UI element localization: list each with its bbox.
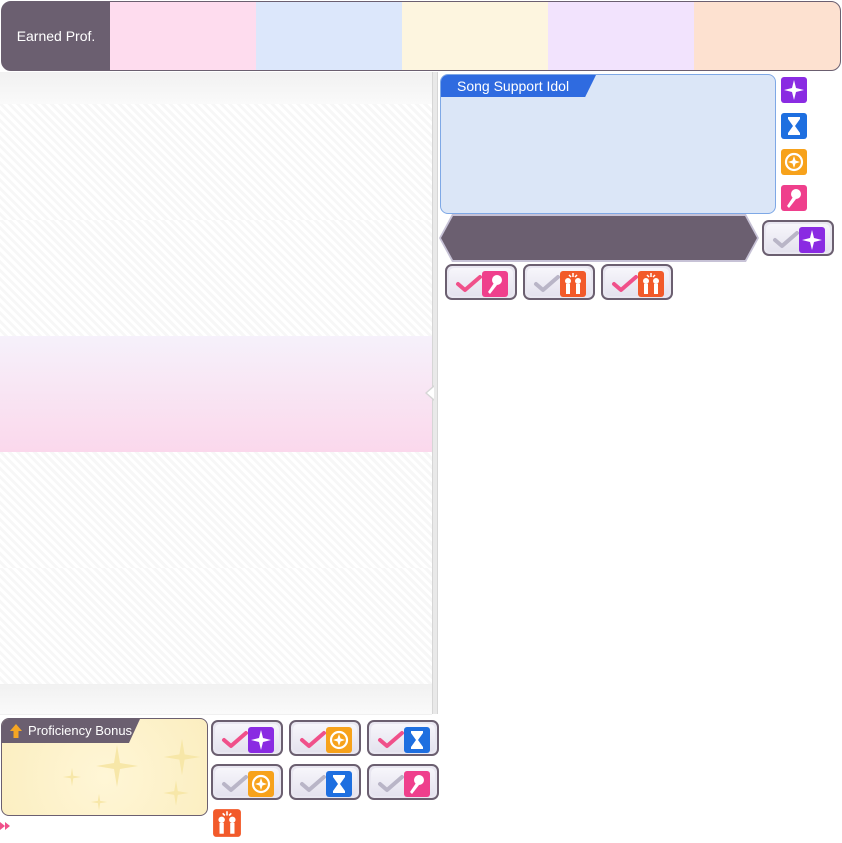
list-header-row — [0, 72, 432, 105]
gift-icon — [637, 270, 665, 298]
check-on-icon — [299, 730, 327, 750]
sparkle-icon — [798, 226, 826, 254]
prof-swatch-yellow — [402, 2, 548, 70]
list-item[interactable] — [0, 104, 432, 221]
sparkle-decoration — [62, 767, 82, 787]
check-off-icon — [377, 774, 405, 794]
microphone-icon — [780, 184, 808, 212]
prof-swatch-blue — [256, 2, 402, 70]
list-item[interactable] — [0, 568, 432, 685]
proficiency-bonus-tab: Proficiency Bonus — [2, 719, 140, 743]
sparkle-decoration — [90, 793, 108, 811]
sparkle-icon — [247, 726, 275, 754]
check-on-icon — [377, 730, 405, 750]
check-on-icon — [221, 730, 249, 750]
banner-check-badge[interactable] — [762, 220, 834, 256]
sparkle-icon — [780, 76, 808, 104]
check-off-icon — [299, 774, 327, 794]
song-support-tab: Song Support Idol — [441, 75, 596, 97]
bonus-check-badge[interactable] — [367, 720, 439, 756]
list-item-selected[interactable] — [0, 336, 432, 453]
bonus-check-badge[interactable] — [367, 764, 439, 800]
selection-pointer-fill — [427, 387, 434, 399]
bonus-check-badge[interactable] — [289, 720, 361, 756]
sparkle-decoration — [96, 745, 138, 787]
target-icon — [325, 726, 353, 754]
song-banner — [441, 216, 757, 260]
double-arrow-icon — [0, 818, 12, 830]
arrow-up-icon — [10, 724, 22, 738]
check-on-icon — [611, 274, 639, 294]
microphone-icon — [481, 270, 509, 298]
check-on-icon — [455, 274, 483, 294]
song-support-panel[interactable]: Song Support Idol — [440, 74, 776, 214]
sparkle-decoration — [163, 738, 201, 776]
support-check-badge[interactable] — [523, 264, 595, 300]
proficiency-bonus-panel: Proficiency Bonus — [1, 718, 208, 816]
support-check-badge[interactable] — [601, 264, 673, 300]
microphone-icon — [403, 770, 431, 798]
earned-proficiency-bar: Earned Prof. — [1, 1, 841, 71]
target-icon — [780, 148, 808, 176]
support-check-badge[interactable] — [445, 264, 517, 300]
bonus-check-badge[interactable] — [211, 720, 283, 756]
sparkle-decoration — [163, 780, 189, 806]
hourglass-icon — [780, 112, 808, 140]
gift-icon — [559, 270, 587, 298]
list-item[interactable] — [0, 220, 432, 337]
bonus-check-badge[interactable] — [211, 764, 283, 800]
check-off-icon — [772, 230, 800, 250]
target-icon — [247, 770, 275, 798]
check-off-icon — [533, 274, 561, 294]
check-off-icon — [221, 774, 249, 794]
earned-prof-label: Earned Prof. — [2, 2, 110, 70]
hourglass-icon — [325, 770, 353, 798]
prof-swatch-pink — [110, 2, 256, 70]
list-footer-row — [0, 684, 432, 715]
list-item[interactable] — [0, 452, 432, 569]
idol-list[interactable] — [0, 72, 432, 715]
prof-swatch-purple — [548, 2, 694, 70]
hourglass-icon — [403, 726, 431, 754]
bonus-check-badge[interactable] — [289, 764, 361, 800]
prof-swatch-orange — [694, 2, 840, 70]
gift-icon — [212, 808, 242, 838]
